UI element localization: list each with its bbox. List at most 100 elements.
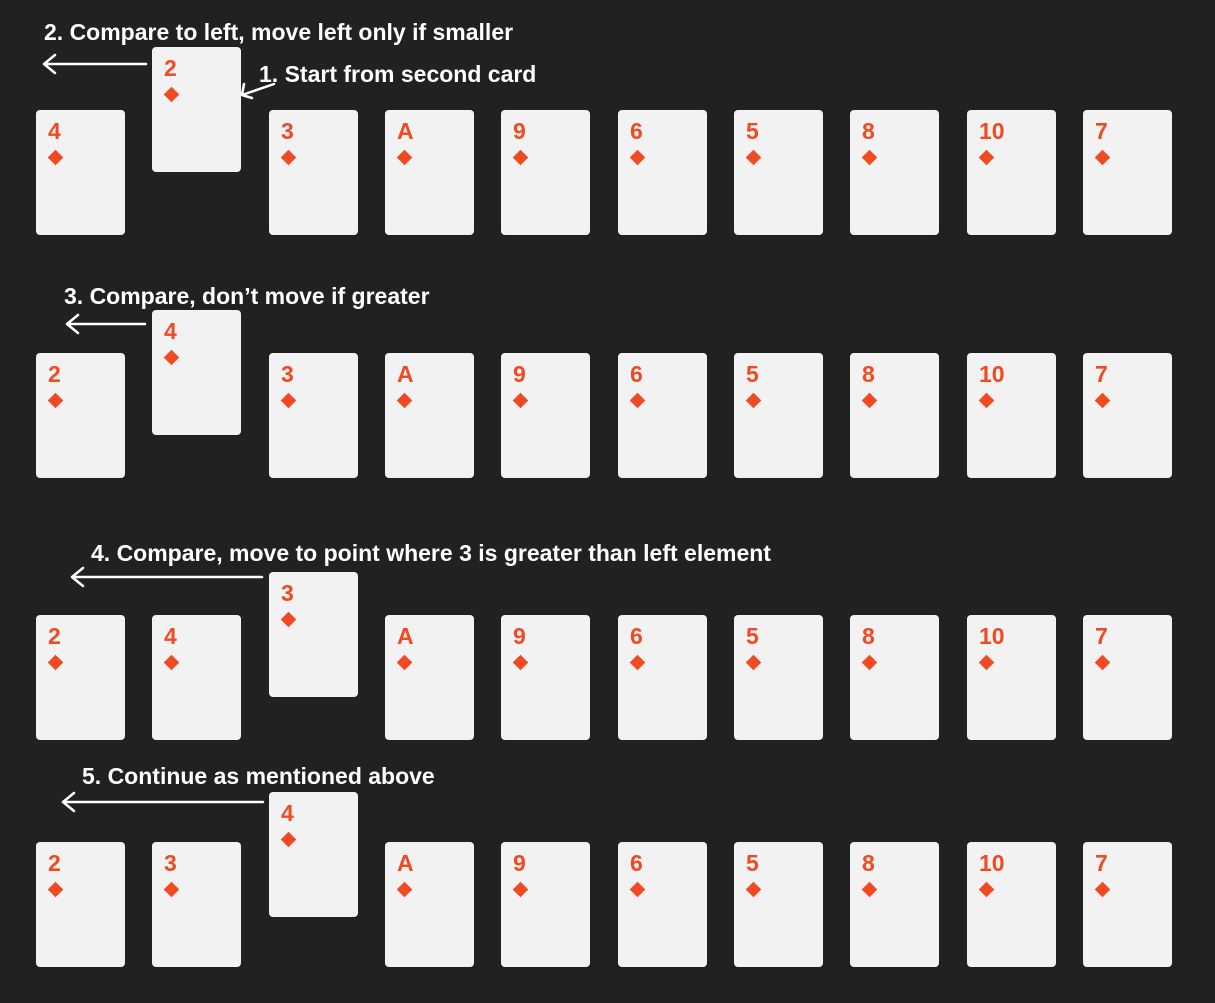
card: 9 [501, 110, 590, 235]
card: 3 [152, 842, 241, 967]
card: 7 [1083, 353, 1172, 478]
diamond-icon [861, 392, 878, 409]
diamond-icon [978, 654, 995, 671]
card-rank: A [397, 850, 414, 876]
card: 5 [734, 110, 823, 235]
card-rank: 7 [1095, 850, 1108, 876]
card-rank: 6 [630, 623, 643, 649]
card: 10 [967, 110, 1056, 235]
card: A [385, 110, 474, 235]
card-rank: 3 [281, 118, 294, 144]
card-rank: 9 [513, 850, 526, 876]
card: 6 [618, 110, 707, 235]
card-rank: 2 [164, 55, 177, 81]
card-rank: 3 [281, 361, 294, 387]
card-rank: 9 [513, 623, 526, 649]
card: A [385, 353, 474, 478]
diamond-icon [280, 392, 297, 409]
card-rank: 9 [513, 361, 526, 387]
card-rank: 7 [1095, 118, 1108, 144]
card: 2 [36, 615, 125, 740]
card-rank: 5 [746, 623, 759, 649]
card: 4 [152, 615, 241, 740]
card-rank: 3 [281, 580, 294, 606]
diamond-icon [163, 654, 180, 671]
diamond-icon [396, 654, 413, 671]
diamond-icon [629, 149, 646, 166]
card: 8 [850, 110, 939, 235]
card-rank: 10 [979, 118, 1005, 144]
card: 10 [967, 353, 1056, 478]
card-rank: 6 [630, 361, 643, 387]
card: 2 [36, 842, 125, 967]
card: 8 [850, 353, 939, 478]
card: 7 [1083, 842, 1172, 967]
step-4-instruction: 4. Compare, move to point where 3 is gre… [91, 540, 771, 566]
diamond-icon [1094, 149, 1111, 166]
card-rank: 4 [48, 118, 61, 144]
diamond-icon [978, 881, 995, 898]
diamond-icon [1094, 392, 1111, 409]
diamond-icon [1094, 881, 1111, 898]
card: 3 [269, 353, 358, 478]
card: 10 [967, 842, 1056, 967]
diamond-icon [629, 392, 646, 409]
card-rank: A [397, 361, 414, 387]
card-rank: 4 [164, 318, 177, 344]
card: 7 [1083, 615, 1172, 740]
diamond-icon [396, 881, 413, 898]
diamond-icon [745, 392, 762, 409]
lifted-card: 3 [269, 572, 358, 697]
diamond-icon [47, 149, 64, 166]
diamond-icon [47, 654, 64, 671]
diamond-icon [163, 881, 180, 898]
diamond-icon [861, 149, 878, 166]
card-rank: A [397, 118, 414, 144]
card: 9 [501, 353, 590, 478]
card-rank: 5 [746, 118, 759, 144]
diamond-icon [280, 611, 297, 628]
card-rank: 8 [862, 361, 875, 387]
card: A [385, 615, 474, 740]
card: 10 [967, 615, 1056, 740]
card-rank: 10 [979, 623, 1005, 649]
card: 2 [36, 353, 125, 478]
left-arrow-icon [61, 791, 265, 813]
card: 8 [850, 842, 939, 967]
card-rank: 2 [48, 850, 61, 876]
card-rank: 5 [746, 850, 759, 876]
diamond-icon [47, 881, 64, 898]
card: 6 [618, 842, 707, 967]
card-rank: 10 [979, 361, 1005, 387]
diamond-icon [745, 881, 762, 898]
card: 6 [618, 353, 707, 478]
card-rank: 4 [164, 623, 177, 649]
diamond-icon [629, 654, 646, 671]
diamond-icon [861, 654, 878, 671]
card-rank: 2 [48, 623, 61, 649]
diamond-icon [163, 86, 180, 103]
card-rank: 5 [746, 361, 759, 387]
card-rank: 7 [1095, 623, 1108, 649]
card: 6 [618, 615, 707, 740]
diamond-icon [1094, 654, 1111, 671]
diamond-icon [861, 881, 878, 898]
card: 8 [850, 615, 939, 740]
card: 5 [734, 842, 823, 967]
diamond-icon [47, 392, 64, 409]
card-rank: 3 [164, 850, 177, 876]
card-rank: 7 [1095, 361, 1108, 387]
lifted-card: 4 [152, 310, 241, 435]
lifted-card: 2 [152, 47, 241, 172]
diamond-icon [978, 392, 995, 409]
card-rank: 6 [630, 118, 643, 144]
card: 9 [501, 615, 590, 740]
card: 5 [734, 615, 823, 740]
diamond-icon [280, 149, 297, 166]
card-rank: 8 [862, 850, 875, 876]
card-rank: 8 [862, 118, 875, 144]
diamond-icon [512, 881, 529, 898]
diamond-icon [396, 392, 413, 409]
card-rank: 8 [862, 623, 875, 649]
diamond-icon [163, 349, 180, 366]
